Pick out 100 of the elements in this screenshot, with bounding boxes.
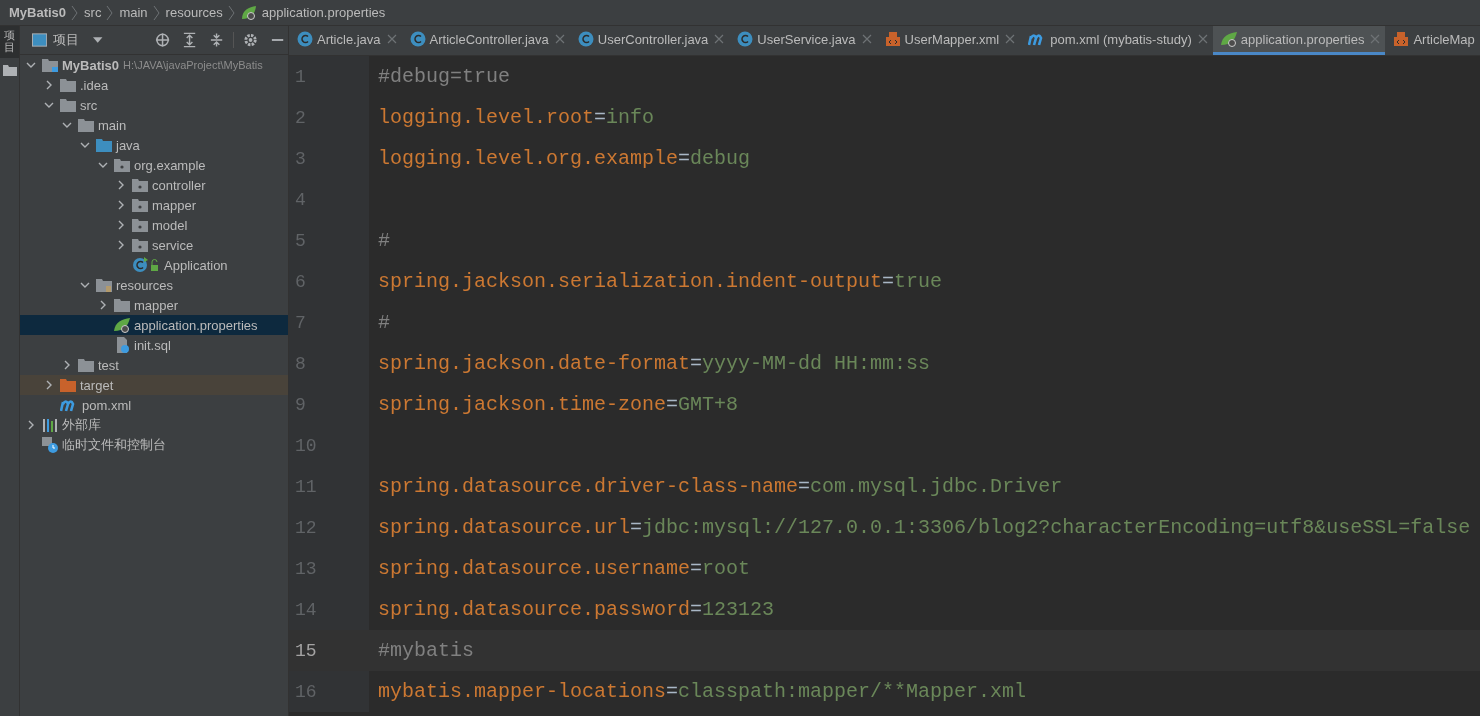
breadcrumb-item[interactable]: application.properties — [261, 5, 386, 20]
code-comment: #mybatis — [378, 639, 474, 662]
property-value: yyyy-MM-dd HH:mm:ss — [702, 352, 931, 375]
tree-item-label: main — [98, 117, 127, 133]
locate-icon[interactable] — [154, 32, 170, 48]
tree-item[interactable]: 临时文件和控制台 — [20, 435, 288, 455]
folder-icon — [132, 178, 148, 192]
tree-item-label: test — [98, 357, 119, 373]
tree-item[interactable]: init.sql — [20, 335, 288, 355]
property-key: spring.datasource.url — [378, 516, 631, 539]
editor-tab[interactable]: Article.java — [289, 26, 402, 55]
folder-icon — [132, 218, 148, 232]
breadcrumb-item[interactable]: MyBatis0 — [9, 5, 67, 20]
leaf-icon — [240, 4, 257, 21]
property-value: com.mysql.jdbc.Driver — [810, 475, 1063, 498]
property-value: GMT+8 — [678, 393, 739, 416]
property-value: jdbc:mysql://127.0.0.1:3306/blog2?characterEncoding=utf8&useSSL=false — [642, 516, 1471, 539]
file-icon — [114, 337, 130, 353]
tree-item[interactable]: service — [20, 235, 288, 255]
folder-icon — [114, 158, 130, 172]
project-path: H:\JAVA\javaProject\MyBatis — [123, 59, 263, 71]
breadcrumb-item[interactable]: src — [84, 5, 102, 20]
tree-item[interactable]: org.example — [20, 155, 288, 175]
property-value: root — [702, 557, 751, 580]
editor-tab[interactable]: ArticleMap — [1385, 26, 1480, 55]
tree-item-label: org.example — [134, 157, 206, 173]
tree-item[interactable]: 外部库 — [20, 415, 288, 435]
code-comment: # — [378, 311, 390, 334]
tree-item-label: Application — [164, 257, 228, 273]
tree-item[interactable]: MyBatis0 H:\JAVA\javaProject\MyBatis — [20, 55, 288, 75]
equals-sign: = — [666, 680, 679, 703]
tree-item[interactable]: model — [20, 215, 288, 235]
settings-icon[interactable] — [242, 32, 258, 48]
class-icon — [132, 257, 160, 273]
tree-item-label: 外部库 — [62, 416, 101, 434]
class-icon — [297, 31, 313, 47]
property-value: classpath:mapper/**Mapper.xml — [678, 680, 1027, 703]
chevron-icon — [227, 4, 236, 21]
project-tool-tab[interactable]: 项目 — [0, 26, 19, 59]
property-value: info — [606, 106, 655, 129]
folder-icon — [78, 358, 94, 372]
tree-item[interactable]: .idea — [20, 75, 288, 95]
property-key: spring.datasource.username — [378, 557, 691, 580]
tree-item[interactable]: Application — [20, 255, 288, 275]
equals-sign: = — [690, 557, 703, 580]
editor-tab[interactable]: UserMapper.xml — [876, 26, 1021, 55]
editor-tab[interactable]: UserController.java — [569, 26, 730, 55]
editor-tab[interactable]: ArticleController.java — [401, 26, 570, 55]
class-icon — [409, 31, 426, 47]
tree-item[interactable]: pom.xml — [20, 395, 288, 415]
property-key: logging.level.root — [378, 106, 595, 129]
folder-icon — [60, 378, 76, 392]
editor-tab[interactable]: UserService.java — [729, 26, 877, 55]
tree-item[interactable]: test — [20, 355, 288, 375]
tree-item-label: application.properties — [134, 317, 258, 333]
equals-sign: = — [882, 270, 895, 293]
class-icon — [737, 31, 754, 47]
tree-item[interactable]: main — [20, 115, 288, 135]
editor-tab[interactable]: application.properties — [1212, 26, 1386, 55]
tree-item[interactable]: mapper — [20, 195, 288, 215]
tree-item-label: init.sql — [134, 337, 171, 353]
tree-item-label: src — [80, 97, 98, 113]
tree-item[interactable]: resources — [20, 275, 288, 295]
property-key: mybatis.mapper-locations — [378, 680, 667, 703]
tree-item-label: controller — [152, 177, 206, 193]
panel-title[interactable]: 项目 — [53, 31, 80, 49]
property-key: logging.level.org.example — [378, 147, 679, 170]
folder-icon[interactable] — [2, 64, 17, 77]
tree-item[interactable]: mapper — [20, 295, 288, 315]
tree-item-label: resources — [116, 277, 174, 293]
folder-icon — [96, 138, 112, 152]
equals-sign: = — [798, 475, 811, 498]
tree-item-label: model — [152, 217, 188, 233]
dropdown-caret-icon[interactable] — [93, 37, 103, 43]
folder-icon — [42, 58, 58, 72]
tree-item[interactable]: java — [20, 135, 288, 155]
breadcrumb-item[interactable]: resources — [165, 5, 223, 20]
chevron-icon[interactable] — [26, 420, 36, 430]
library-icon — [42, 418, 58, 432]
tree-item[interactable]: target — [20, 375, 288, 395]
expand-all-icon[interactable] — [181, 32, 197, 48]
tree-item[interactable]: src — [20, 95, 288, 115]
tree-item[interactable]: application.properties — [20, 315, 288, 335]
editor-tab[interactable]: pom.xml (mybatis-study) — [1020, 26, 1213, 55]
breadcrumb-item[interactable]: main — [119, 5, 148, 20]
equals-sign: = — [690, 598, 703, 621]
property-value: debug — [690, 147, 751, 170]
folder-icon — [132, 238, 148, 252]
tree-item-label: .idea — [80, 77, 109, 93]
equals-sign: = — [678, 147, 691, 170]
folder-icon — [60, 78, 76, 92]
code-comment: #debug=true — [378, 65, 511, 88]
tree-item-label: target — [80, 377, 114, 393]
collapse-all-icon[interactable] — [208, 32, 224, 48]
xml-file-icon — [1393, 31, 1410, 47]
equals-sign: = — [630, 516, 643, 539]
window-icon — [32, 33, 48, 47]
tree-item[interactable]: controller — [20, 175, 288, 195]
property-key: spring.jackson.time-zone — [378, 393, 667, 416]
code-comment: # — [378, 229, 390, 252]
